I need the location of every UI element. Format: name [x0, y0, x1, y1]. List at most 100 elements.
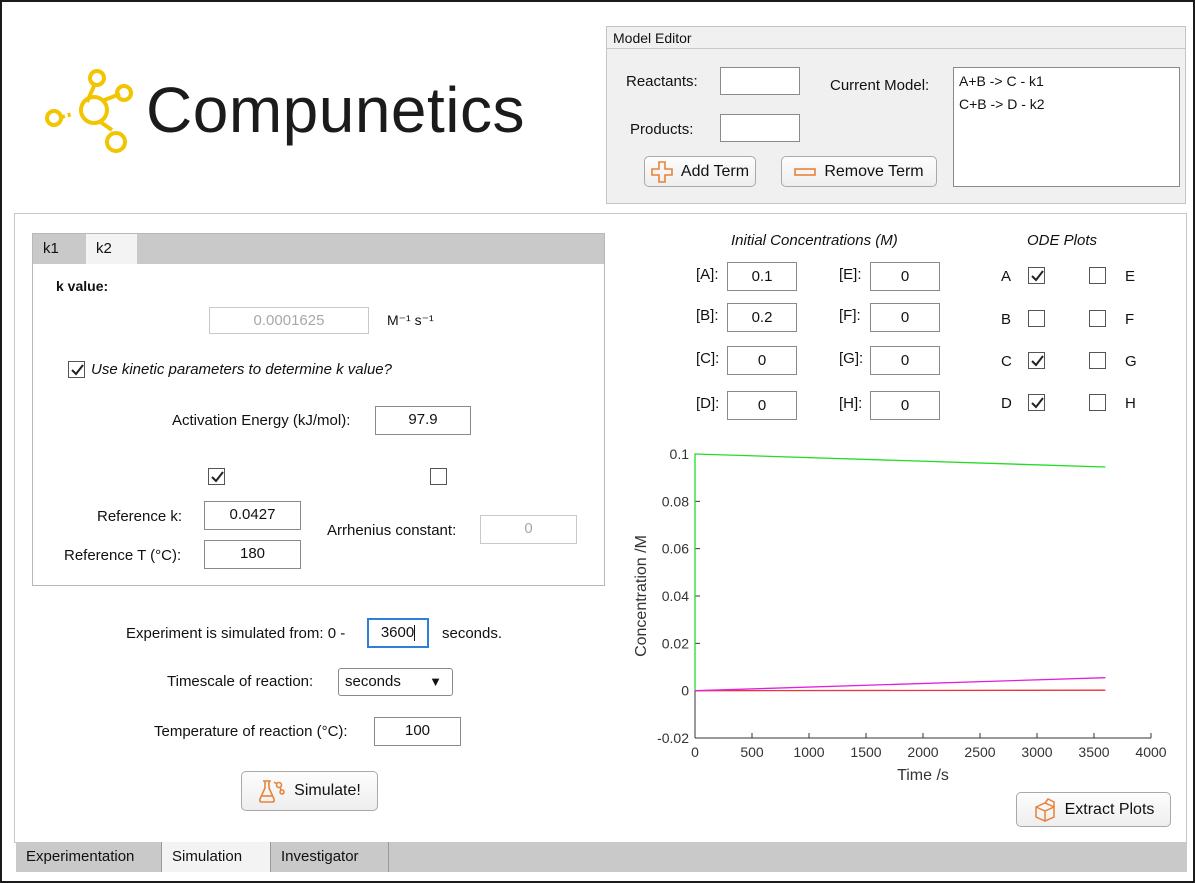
y-tick-label: 0.04 [662, 588, 689, 604]
main-tabs: Experimentation Simulation Investigator [16, 842, 1187, 872]
ode-plot-label: E [1125, 268, 1136, 285]
model-editor-title: Model Editor [607, 27, 1185, 49]
ode-plot-label: F [1125, 311, 1135, 328]
simulate-button[interactable]: Simulate! [241, 771, 378, 811]
model-editor-panel: Model Editor Reactants: Products: Add Te… [606, 26, 1186, 204]
k-units: M⁻¹ s⁻¹ [387, 312, 434, 328]
ode-plot-label: H [1125, 395, 1136, 412]
concentration-input[interactable]: 0 [870, 346, 940, 375]
tab-k2[interactable]: k2 [86, 234, 137, 264]
ode-plot-checkbox[interactable] [1089, 267, 1106, 284]
x-tick-label: 3500 [1078, 744, 1109, 760]
checkmark-icon [1031, 355, 1044, 367]
simulated-from-label: Experiment is simulated from: 0 - [126, 625, 346, 642]
ode-plot-label: D [1001, 395, 1012, 412]
ode-plot-checkbox[interactable] [1028, 310, 1045, 327]
timescale-select[interactable]: seconds ▼ [338, 668, 453, 696]
reference-k-label: Reference k: [97, 508, 183, 525]
reference-k-input[interactable]: 0.0427 [204, 501, 301, 530]
products-input[interactable] [720, 114, 800, 142]
ode-plot-checkbox[interactable] [1028, 352, 1045, 369]
concentration-input[interactable]: 0 [870, 262, 940, 291]
end-time-value: 3600 [380, 624, 415, 641]
rate-constant-panel: k1 k2 k value: 0.0001625 M⁻¹ s⁻¹ Use kin… [32, 233, 605, 586]
y-tick-label: -0.02 [657, 730, 689, 746]
ode-plot-label: G [1125, 353, 1137, 370]
y-tick-label: 0.02 [662, 635, 689, 651]
ode-plot-label: C [1001, 353, 1012, 370]
series-line-a [694, 453, 1106, 691]
checkmark-icon [71, 364, 84, 376]
plus-icon [651, 160, 673, 183]
current-model-list[interactable]: A+B -> C - k1 C+B -> D - k2 [953, 67, 1180, 187]
ode-plot-checkbox[interactable] [1028, 394, 1045, 411]
current-model-label: Current Model: [830, 77, 930, 94]
tab-experimentation[interactable]: Experimentation [16, 842, 162, 872]
ode-plot-checkbox[interactable] [1089, 310, 1106, 327]
end-time-input[interactable]: 3600 [367, 618, 429, 648]
remove-term-button[interactable]: Remove Term [781, 156, 937, 187]
x-tick-label: 500 [740, 744, 764, 760]
concentration-label: [C]: [696, 350, 720, 367]
ode-plot-checkbox[interactable] [1089, 394, 1106, 411]
reference-t-label: Reference T (°C): [64, 547, 182, 564]
text-cursor [414, 625, 416, 642]
x-tick-label: 1000 [793, 744, 824, 760]
concentration-label: [B]: [696, 307, 719, 324]
model-term[interactable]: C+B -> D - k2 [959, 93, 1174, 116]
concentration-input[interactable]: 0 [727, 346, 797, 375]
concentration-label: [G]: [839, 350, 864, 367]
series-line-c [694, 689, 1106, 692]
arrhenius-label: Arrhenius constant: [327, 522, 457, 539]
use-kinetic-checkbox[interactable] [68, 361, 85, 378]
x-axis-label: Time /s [897, 767, 949, 784]
arrhenius-checkbox[interactable] [430, 468, 447, 485]
concentration-input[interactable]: 0 [870, 391, 940, 420]
tab-simulation[interactable]: Simulation [162, 842, 271, 872]
x-tick-label: 1500 [850, 744, 881, 760]
x-tick-label: 0 [691, 744, 699, 760]
remove-term-label: Remove Term [824, 162, 924, 180]
concentration-input[interactable]: 0 [727, 391, 797, 420]
ode-plot-checkbox[interactable] [1089, 352, 1106, 369]
simulate-label: Simulate! [294, 782, 361, 799]
checkmark-icon [1031, 270, 1044, 282]
model-term[interactable]: A+B -> C - k1 [959, 70, 1174, 93]
concentration-input[interactable]: 0.1 [727, 262, 797, 291]
add-term-button[interactable]: Add Term [644, 156, 756, 187]
x-tick-label: 4000 [1135, 744, 1166, 760]
x-tick-label: 2000 [907, 744, 938, 760]
y-axis-label: Concentration /M [633, 535, 650, 657]
flask-icon [259, 780, 285, 803]
products-label: Products: [630, 121, 694, 138]
reference-checkbox[interactable] [208, 468, 225, 485]
extract-plots-button[interactable]: Extract Plots [1016, 792, 1171, 827]
k-value-label: k value: [56, 278, 109, 294]
ode-plot-label: A [1001, 268, 1012, 285]
temperature-input[interactable]: 100 [374, 717, 461, 746]
series-line-d [694, 677, 1106, 692]
tab-k1[interactable]: k1 [33, 234, 83, 264]
reactants-input[interactable] [720, 67, 800, 95]
rate-constant-tabs: k1 k2 [33, 234, 604, 264]
concentration-label: [A]: [696, 266, 719, 283]
minus-icon [794, 167, 817, 176]
x-tick-label: 2500 [964, 744, 995, 760]
y-tick-label: 0 [681, 683, 689, 699]
ode-plot-checkbox[interactable] [1028, 267, 1045, 284]
activation-energy-input[interactable]: 97.9 [375, 406, 471, 435]
concentration-label: [H]: [839, 395, 863, 412]
concentration-input[interactable]: 0 [870, 303, 940, 332]
y-tick-label: 0.1 [670, 446, 690, 462]
ode-chart: 0 500 1000 1500 2000 2500 3000 3500 4000 -0.02 0 0.… [622, 437, 1182, 787]
ode-plot-label: B [1001, 311, 1012, 328]
initial-concentrations-title: Initial Concentrations (M) [731, 232, 898, 249]
checkmark-icon [211, 471, 224, 483]
timescale-value: seconds [345, 673, 401, 690]
ode-chart-svg: 0 500 1000 1500 2000 2500 3000 3500 4000-0.0200.… [633, 446, 1167, 784]
seconds-label: seconds. [442, 625, 503, 642]
concentration-input[interactable]: 0.2 [727, 303, 797, 332]
molecule-logo-icon [45, 69, 133, 153]
tab-investigator[interactable]: Investigator [271, 842, 389, 872]
reference-t-input[interactable]: 180 [204, 540, 301, 569]
